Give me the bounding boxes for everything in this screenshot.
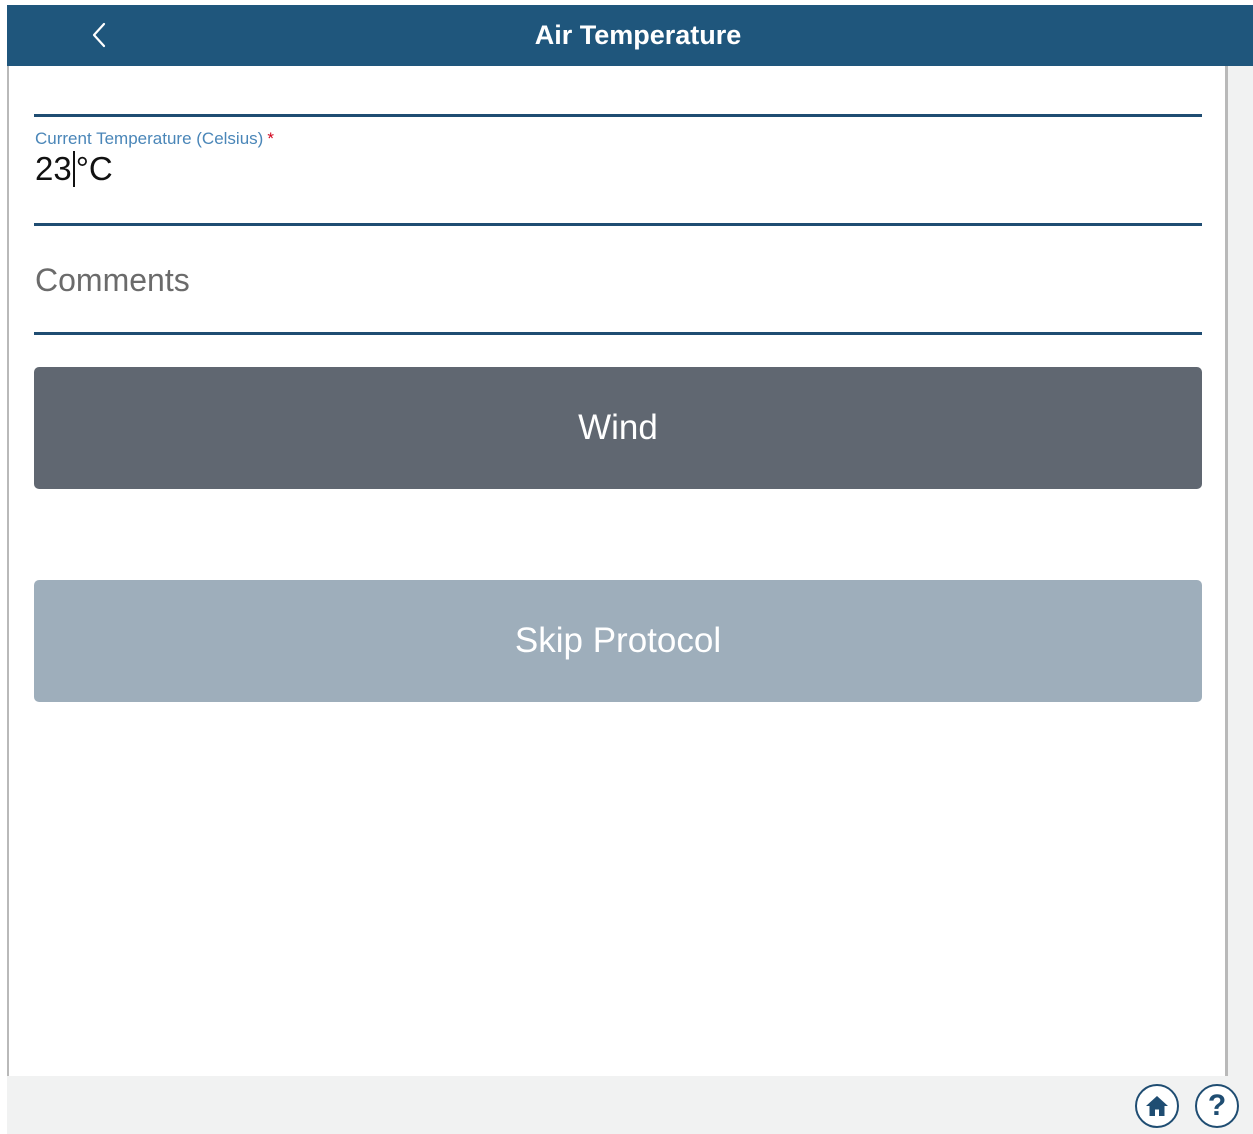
skip-protocol-button-label: Skip Protocol bbox=[514, 621, 722, 660]
help-icon: ? bbox=[1207, 1089, 1227, 1122]
frame-border-left bbox=[7, 66, 9, 1076]
temperature-unit: °C bbox=[75, 150, 113, 187]
temperature-field-label: Current Temperature (Celsius) * bbox=[35, 129, 274, 149]
header-bar: Air Temperature bbox=[7, 5, 1253, 66]
wind-button[interactable]: Wind bbox=[34, 367, 1202, 489]
skip-protocol-button[interactable]: Skip Protocol bbox=[34, 580, 1202, 702]
text-caret bbox=[72, 151, 75, 187]
home-button[interactable] bbox=[1135, 1084, 1179, 1128]
temperature-value[interactable]: 23 bbox=[35, 150, 72, 188]
section-divider bbox=[34, 114, 1202, 117]
temperature-label-text: Current Temperature (Celsius) bbox=[35, 129, 264, 148]
home-icon bbox=[1146, 1096, 1168, 1116]
help-button[interactable]: ? bbox=[1195, 1084, 1239, 1128]
scrollbar-track[interactable] bbox=[1228, 66, 1253, 1076]
temperature-field-underline bbox=[34, 223, 1202, 226]
footer-bar: ? bbox=[7, 1076, 1253, 1134]
comments-field-underline bbox=[34, 332, 1202, 335]
required-marker: * bbox=[267, 129, 274, 148]
temperature-input[interactable]: 23 °C bbox=[35, 150, 113, 188]
page-title: Air Temperature bbox=[534, 20, 742, 50]
comments-input[interactable]: Comments bbox=[35, 258, 1195, 302]
wind-button-label: Wind bbox=[578, 408, 658, 447]
